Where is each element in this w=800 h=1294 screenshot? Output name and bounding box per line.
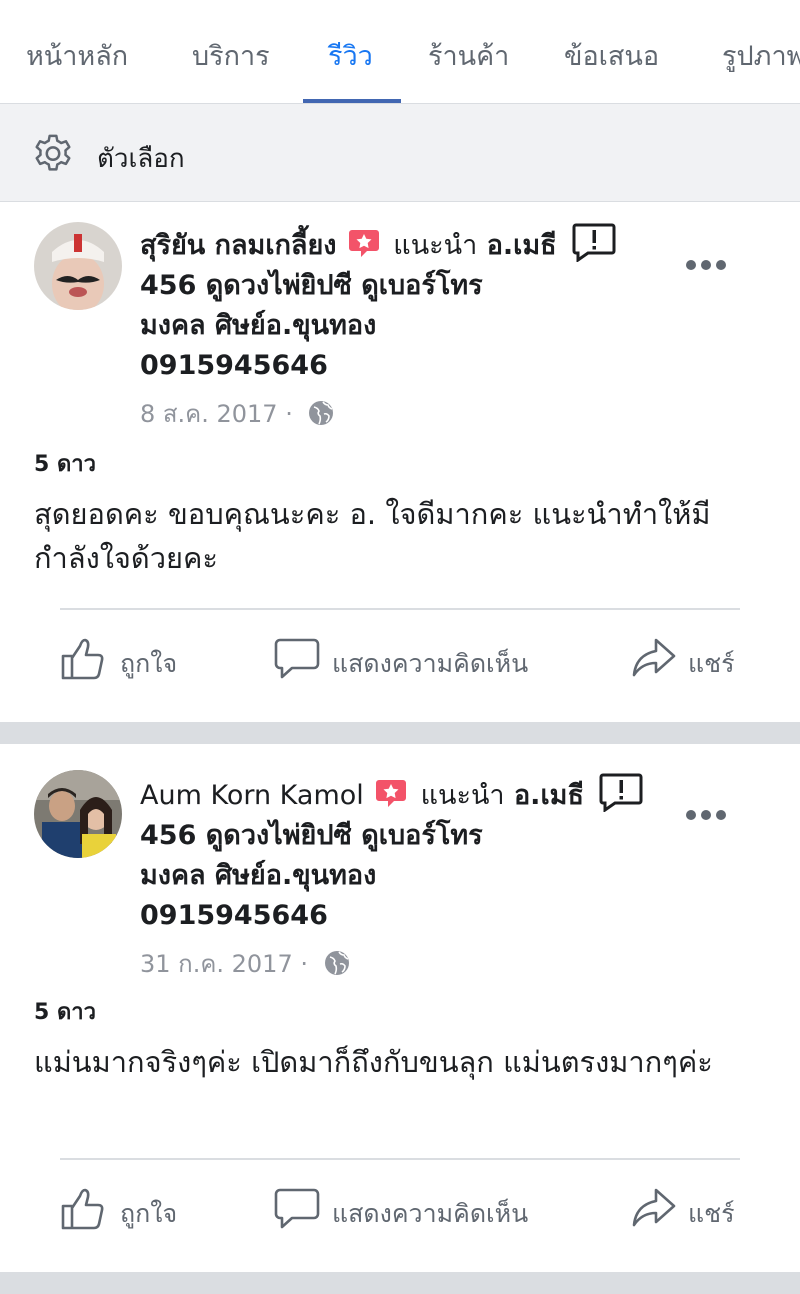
like-button[interactable]: ถูกใจ [60, 636, 210, 686]
options-bar[interactable]: ตัวเลือก [0, 104, 800, 202]
like-button[interactable]: ถูกใจ [60, 1186, 210, 1236]
divider [60, 1158, 740, 1160]
card-separator [0, 722, 800, 744]
share-button[interactable]: แชร์ [630, 636, 760, 686]
globe-icon [324, 951, 349, 975]
recommends-text: แนะนำ [420, 780, 505, 811]
globe-icon [309, 401, 334, 425]
card-separator [0, 1272, 800, 1294]
review-body: แม่นมากจริงๆค่ะ เปิดมาก็ถึงกับขนลุก แม่น… [34, 1045, 713, 1079]
avatar[interactable] [34, 770, 122, 858]
share-arrow-icon [632, 1188, 676, 1227]
more-options-icon[interactable] [686, 260, 726, 272]
date-text: 8 ส.ค. 2017 · [140, 400, 293, 428]
tab-offers[interactable]: ข้อเสนอ [564, 34, 659, 77]
comment-bubble-icon [274, 638, 320, 679]
tab-photos[interactable]: รูปภาพ [722, 34, 800, 77]
page-name-line-2[interactable]: 456 ดูดวงไพ่ยิปซี ดูเบอร์โทร [140, 270, 483, 301]
review-card: สุริยัน กลมเกลี้ยง แนะนำ อ.เมธี 456 ดูดว… [0, 202, 800, 722]
more-options-icon[interactable] [686, 810, 726, 822]
tab-shop[interactable]: ร้านค้า [428, 34, 509, 77]
comment-button[interactable]: แสดงความคิดเห็น [274, 1186, 564, 1236]
rating-text: 5 ดาว [34, 1000, 96, 1025]
recommends-text: แนะนำ [393, 230, 478, 261]
page-phone[interactable]: 0915945646 [140, 350, 328, 381]
page-name[interactable]: อ.เมธี [487, 230, 557, 261]
page-phone[interactable]: 0915945646 [140, 900, 328, 931]
avatar-photo [34, 222, 122, 310]
author-name[interactable]: สุริยัน กลมเกลี้ยง [140, 230, 336, 261]
page-name-line-2[interactable]: 456 ดูดวงไพ่ยิปซี ดูเบอร์โทร [140, 820, 483, 851]
top-tab-bar: หน้าหลัก บริการ รีวิว ร้านค้า ข้อเสนอ รู… [0, 0, 800, 104]
page-name-line-3[interactable]: มงคล ศิษย์อ.ขุนทอง [140, 860, 376, 891]
gear-icon [35, 134, 71, 171]
comment-label: แสดงความคิดเห็น [332, 1199, 529, 1228]
review-header: สุริยัน กลมเกลี้ยง แนะนำ อ.เมธี 456 ดูดว… [140, 222, 680, 386]
like-label: ถูกใจ [120, 1199, 178, 1228]
tab-services[interactable]: บริการ [192, 34, 270, 77]
tab-home[interactable]: หน้าหลัก [26, 34, 128, 77]
review-date[interactable]: 8 ส.ค. 2017 · [140, 394, 334, 433]
page-name[interactable]: อ.เมธี [514, 780, 584, 811]
rating-text: 5 ดาว [34, 452, 96, 477]
exclamation-bubble-icon [599, 773, 643, 812]
thumbs-up-icon [61, 638, 104, 680]
review-header: Aum Korn Kamol แนะนำ อ.เมธี 456 ดูดวงไพ่… [140, 772, 680, 936]
share-arrow-icon [632, 638, 676, 677]
date-text: 31 ก.ค. 2017 · [140, 950, 308, 978]
page-name-line-3[interactable]: มงคล ศิษย์อ.ขุนทอง [140, 310, 376, 341]
recommend-badge-icon [376, 780, 407, 807]
like-label: ถูกใจ [120, 649, 178, 678]
share-label: แชร์ [688, 1199, 735, 1228]
share-label: แชร์ [688, 649, 735, 678]
author-name[interactable]: Aum Korn Kamol [140, 780, 364, 811]
share-button[interactable]: แชร์ [630, 1186, 760, 1236]
review-card: Aum Korn Kamol แนะนำ อ.เมธี 456 ดูดวงไพ่… [0, 744, 800, 1272]
review-body: สุดยอดคะ ขอบคุณนะคะ อ. ใจดีมากคะ แนะนำทำ… [34, 497, 711, 575]
tab-reviews[interactable]: รีวิว [328, 34, 373, 77]
exclamation-bubble-icon [572, 223, 616, 262]
avatar[interactable] [34, 222, 122, 310]
options-label: ตัวเลือก [97, 144, 185, 174]
comment-button[interactable]: แสดงความคิดเห็น [274, 636, 564, 686]
comment-label: แสดงความคิดเห็น [332, 649, 529, 678]
avatar-photo [34, 770, 122, 858]
recommend-badge-icon [348, 230, 379, 257]
review-date[interactable]: 31 ก.ค. 2017 · [140, 944, 350, 983]
thumbs-up-icon [61, 1188, 104, 1230]
comment-bubble-icon [274, 1188, 320, 1229]
divider [60, 608, 740, 610]
